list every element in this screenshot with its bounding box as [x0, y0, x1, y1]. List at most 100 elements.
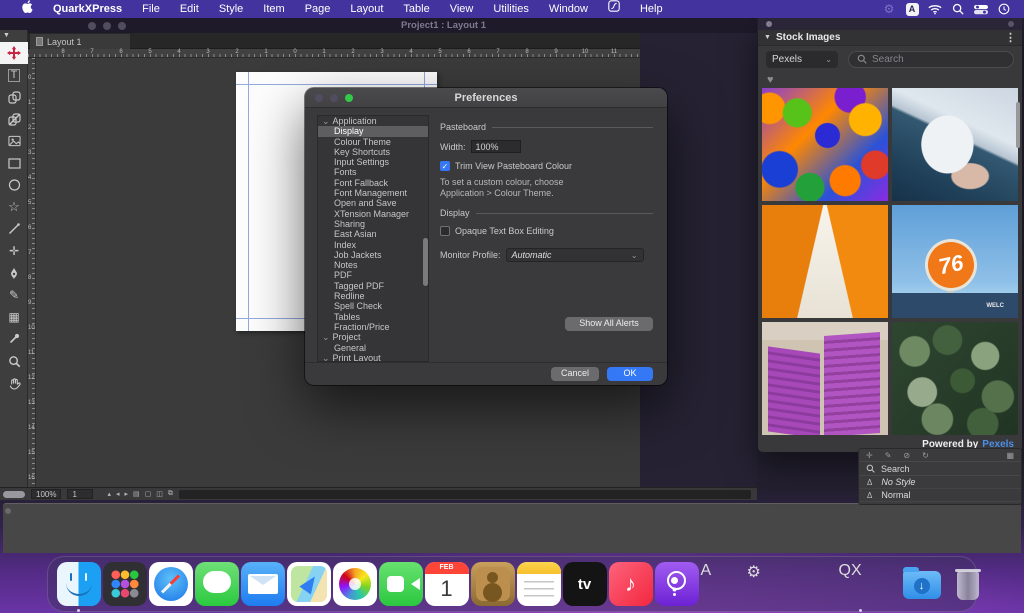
- menu-item-window[interactable]: Window: [539, 0, 598, 18]
- text-unlinking-tool[interactable]: [0, 108, 28, 130]
- zoom-window-button[interactable]: [118, 22, 126, 30]
- dock-icon-maps[interactable]: [287, 562, 331, 606]
- prefs-sidebar-item-input-settings[interactable]: Input Settings: [318, 157, 428, 167]
- disclosure-triangle-icon[interactable]: ▼: [764, 34, 771, 41]
- panel-menu-icon[interactable]: ⋮: [1005, 31, 1016, 44]
- close-button[interactable]: [766, 21, 772, 27]
- sidebar-scrollbar-thumb[interactable]: [423, 238, 428, 286]
- view-split-icon[interactable]: ▤: [133, 490, 140, 498]
- prefs-sidebar-item-print-layout[interactable]: Print Layout: [318, 353, 428, 362]
- heart-icon[interactable]: ♥: [767, 74, 774, 86]
- wifi-icon[interactable]: [927, 2, 943, 16]
- dock-icon-contacts[interactable]: [471, 562, 515, 606]
- zoom-window-button[interactable]: [345, 94, 353, 102]
- text-linking-tool[interactable]: [0, 86, 28, 108]
- prefs-sidebar-item-open-and-save[interactable]: Open and Save: [318, 198, 428, 208]
- trim-view-checkbox[interactable]: ✓: [440, 161, 450, 171]
- close-button[interactable]: [315, 94, 323, 102]
- stock-image-gas-station-76-sign[interactable]: 76WELC: [892, 205, 1018, 318]
- dock-icon-system-preferences[interactable]: ⚙: [747, 562, 791, 606]
- rectangle-box-tool[interactable]: [0, 152, 28, 174]
- dock-icon-app-store[interactable]: A: [701, 562, 745, 606]
- prefs-sidebar-item-east-asian[interactable]: East Asian: [318, 229, 428, 239]
- item-tool[interactable]: [0, 42, 28, 64]
- prefs-sidebar-item-spell-check[interactable]: Spell Check: [318, 301, 428, 311]
- new-style-icon[interactable]: ✛: [866, 451, 873, 460]
- picture-content-tool[interactable]: [0, 130, 28, 152]
- view-spread-icon[interactable]: ◫: [156, 490, 163, 498]
- dock-icon-finder[interactable]: [57, 562, 101, 606]
- horizontal-scrollbar-thumb[interactable]: [3, 491, 25, 498]
- dock-icon-tv[interactable]: tv: [563, 562, 607, 606]
- style-sheet-item-no-style[interactable]: ΔNo Style: [859, 476, 1021, 489]
- monitor-profile-select[interactable]: Automatic ⌄: [506, 248, 644, 262]
- clock-icon[interactable]: [996, 2, 1012, 16]
- zoom-level-field[interactable]: 100%: [31, 489, 61, 499]
- page-number-field[interactable]: 1: [67, 489, 93, 499]
- text-content-tool[interactable]: T: [0, 64, 28, 86]
- palette-collapse-icon[interactable]: ▼: [0, 30, 27, 42]
- prefs-sidebar-item-application[interactable]: Application: [318, 116, 428, 126]
- oval-box-tool[interactable]: [0, 174, 28, 196]
- prefs-sidebar-item-fraction-price[interactable]: Fraction/Price: [318, 322, 428, 332]
- delete-style-icon[interactable]: ⊘: [903, 451, 910, 460]
- stock-image-colorful-glass-flowers[interactable]: [762, 88, 888, 201]
- edit-style-icon[interactable]: ✎: [885, 451, 892, 460]
- zoom-tool[interactable]: [0, 350, 28, 372]
- prefs-sidebar-item-redline[interactable]: Redline: [318, 291, 428, 301]
- prefs-sidebar-item-font-management[interactable]: Font Management: [318, 188, 428, 198]
- menu-item-table[interactable]: Table: [393, 0, 439, 18]
- spotlight-icon[interactable]: [950, 2, 966, 16]
- dock-icon-safari[interactable]: [149, 562, 193, 606]
- freehand-pencil-tool[interactable]: ✎: [0, 284, 28, 306]
- control-center-icon[interactable]: [973, 2, 989, 16]
- transform-tool[interactable]: ✛: [0, 240, 28, 262]
- close-button[interactable]: [88, 22, 96, 30]
- next-page-icon[interactable]: ▸: [125, 490, 129, 498]
- bezier-pen-tool[interactable]: [0, 262, 28, 284]
- opaque-text-checkbox[interactable]: [440, 226, 450, 236]
- prefs-sidebar-item-font-fallback[interactable]: Font Fallback: [318, 178, 428, 188]
- style-sheet-item-normal[interactable]: ΔNormal: [859, 489, 1021, 502]
- provider-select[interactable]: Pexels ⌄: [766, 51, 838, 68]
- prefs-sidebar-item-job-jackets[interactable]: Job Jackets: [318, 250, 428, 260]
- stock-image-purple-building[interactable]: [762, 322, 888, 435]
- menu-item-style[interactable]: Style: [209, 0, 253, 18]
- apple-menu[interactable]: [12, 0, 43, 19]
- app-menu-quarkxpress[interactable]: QuarkXPress: [43, 0, 132, 18]
- menu-item-layout[interactable]: Layout: [340, 0, 393, 18]
- update-style-icon[interactable]: ↻: [922, 451, 929, 460]
- prefs-sidebar-item-display[interactable]: Display: [318, 126, 428, 136]
- panel-scrollbar-thumb[interactable]: [1016, 102, 1020, 148]
- menu-item-help[interactable]: Help: [630, 0, 673, 18]
- input-source-icon[interactable]: A: [904, 2, 920, 16]
- view-single-icon[interactable]: ▢: [145, 490, 152, 498]
- cancel-button[interactable]: Cancel: [551, 367, 599, 381]
- dock-icon-launchpad[interactable]: [103, 562, 147, 606]
- prev-page-icon[interactable]: ◂: [116, 490, 120, 498]
- prefs-sidebar-item-index[interactable]: Index: [318, 240, 428, 250]
- dock-icon-trash[interactable]: [946, 562, 990, 606]
- stock-image-orange-canopy-architecture[interactable]: [762, 205, 888, 318]
- dock-icon-facetime[interactable]: [379, 562, 423, 606]
- prefs-sidebar-item-xtension-manager[interactable]: XTension Manager: [318, 209, 428, 219]
- prefs-sidebar-item-key-shortcuts[interactable]: Key Shortcuts: [318, 147, 428, 157]
- minimize-button[interactable]: [330, 94, 338, 102]
- minimize-button[interactable]: [103, 22, 111, 30]
- stock-search-input[interactable]: Search: [848, 51, 1014, 68]
- menu-item-item[interactable]: Item: [253, 0, 294, 18]
- table-tool[interactable]: ▦: [0, 306, 28, 328]
- prefs-sidebar-item-colour-theme[interactable]: Colour Theme: [318, 137, 428, 147]
- dock-icon-calendar[interactable]: FEB1: [425, 562, 469, 606]
- line-tool[interactable]: [0, 218, 28, 240]
- export-icon[interactable]: ⧉: [168, 490, 173, 498]
- measurements-palette[interactable]: [3, 503, 1021, 553]
- dock-icon-downloads[interactable]: ↓: [900, 562, 944, 606]
- collapse-button[interactable]: [1008, 21, 1014, 27]
- menu-item-page[interactable]: Page: [295, 0, 341, 18]
- eyedropper-tool[interactable]: [0, 328, 28, 350]
- dock-icon-messages[interactable]: [195, 562, 239, 606]
- width-field[interactable]: 100%: [471, 140, 521, 153]
- prefs-sidebar-item-notes[interactable]: Notes: [318, 260, 428, 270]
- menu-item-view[interactable]: View: [440, 0, 484, 18]
